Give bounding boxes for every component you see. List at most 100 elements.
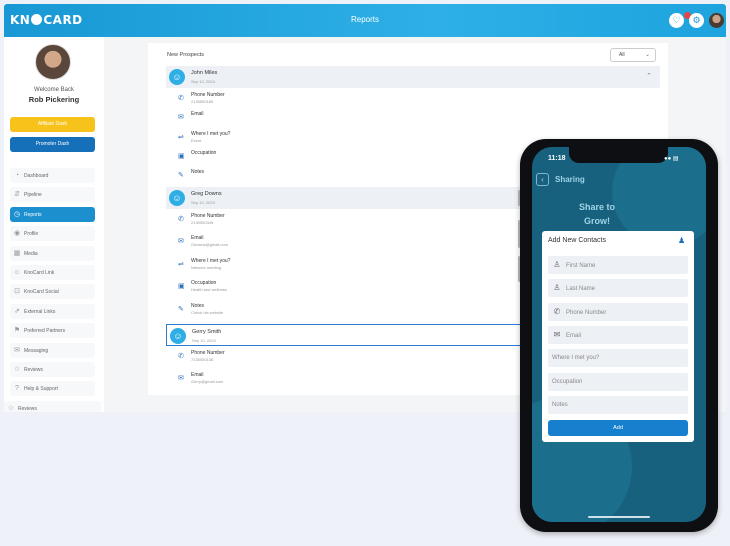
field-placeholder: Last Name <box>566 286 596 293</box>
sidebar-item-help-support[interactable]: ? Help & Support <box>10 381 95 397</box>
field-placeholder: Occupation <box>552 378 583 385</box>
sidebar-item-label: Help & Support <box>24 386 58 393</box>
field-label: Phone Number <box>191 349 225 356</box>
section-title: New Prospects <box>167 52 204 58</box>
sidebar-item-pipeline[interactable]: ⇵ Pipeline <box>10 187 95 203</box>
field-value: Gerry@gmail.com <box>191 379 224 385</box>
sidebar-item-external-links[interactable]: ⇗ External Links <box>10 303 95 319</box>
email-icon: ✉ <box>553 329 561 339</box>
filter-select[interactable]: All ⌄ <box>610 48 656 62</box>
social-icon: ⊡ <box>14 288 20 296</box>
field-label: Occupation <box>191 280 217 287</box>
profile-icon: ◉ <box>13 230 21 238</box>
reviews-icon: ☆ <box>13 366 21 373</box>
filter-value: All <box>619 52 625 58</box>
field-value: 2135550185 <box>191 99 214 104</box>
field-value: Event <box>191 137 202 143</box>
contact-icon: ♟ <box>678 236 686 245</box>
last-name-field[interactable]: ♙ Last Name <box>548 279 688 298</box>
sidebar: Welcome Back Rob Pickering Affiliate Das… <box>4 37 104 412</box>
field-value: Network meeting <box>191 264 222 270</box>
header-avatar[interactable] <box>709 13 724 28</box>
field-label: Phone Number <box>191 92 225 98</box>
sidebar-item-label: External Links <box>24 308 56 315</box>
phone-icon: ✆ <box>178 352 184 360</box>
profile-avatar[interactable] <box>35 44 71 80</box>
field-label: Phone Number <box>191 212 225 219</box>
modal-title: Add New Contacts <box>548 237 606 244</box>
welcome-text: Welcome Back <box>34 87 74 93</box>
prospect-name: Gerry Smith <box>192 328 222 335</box>
sidebar-item-label: Profile <box>24 231 39 238</box>
sidebar-item-reviews[interactable]: ☆ Reviews <box>10 362 95 377</box>
email-icon: ✉ <box>178 238 184 246</box>
pencil-icon: ✎ <box>178 172 184 180</box>
sidebar-item-knocard-social[interactable]: ⊡ KnoCard Social <box>10 284 95 300</box>
page-title: Reports <box>350 15 379 24</box>
add-button[interactable]: Add <box>548 420 688 436</box>
sidebar-item-label: Reports <box>24 211 42 218</box>
link-icon: ☺ <box>13 269 21 276</box>
field-placeholder: Email <box>566 332 582 339</box>
field-placeholder: Notes <box>552 401 568 408</box>
prospect-name: John Miles <box>191 70 218 76</box>
field-placeholder: First Name <box>566 263 596 269</box>
phone-status-icons: ●● ▤ <box>664 156 679 162</box>
sidebar-item-label: Messaging <box>24 347 49 354</box>
phone-number-field[interactable]: ✆ Phone Number <box>548 302 688 321</box>
sidebar-item-reports[interactable]: ◷ Reports <box>10 206 95 222</box>
gear-icon[interactable]: ⚙ <box>689 13 704 28</box>
sidebar-item-profile[interactable]: ◉ Profile <box>10 226 95 242</box>
hero-text: Share to Grow! <box>578 202 615 226</box>
messaging-icon: ✉ <box>14 346 20 354</box>
phone-icon: ✆ <box>553 306 561 316</box>
notes-field[interactable]: Notes <box>548 395 688 414</box>
sidebar-item-messaging[interactable]: ✉ Messaging <box>10 342 95 358</box>
field-label: Email <box>191 372 204 379</box>
field-label: Email <box>191 111 204 118</box>
field-label: Occupation <box>191 149 217 156</box>
bell-icon[interactable]: ♡ <box>669 13 684 28</box>
phone-icon: ✆ <box>178 215 184 223</box>
prospect-header[interactable]: ☺ John Miles Sep 10, 2024 ⌃ <box>166 66 660 88</box>
sidebar-item-label: KnoCard Link <box>24 270 55 276</box>
prospect-field: ✆ Phone Number 2135550349 <box>166 209 526 231</box>
affiliate-dash-button[interactable]: Affiliate Dash <box>10 117 95 132</box>
reviews-icon: ☆ <box>7 404 15 412</box>
sidebar-item-dashboard[interactable]: ◔ Dashboard <box>10 168 95 183</box>
pipeline-icon: ⇵ <box>14 191 20 199</box>
sidebar-item-reviews[interactable]: ☆ Reviews <box>4 400 101 412</box>
person-icon: ♙ <box>553 283 561 293</box>
help-icon: ? <box>15 385 19 393</box>
handshake-icon: ⇌ <box>178 133 184 141</box>
occupation-field[interactable]: Occupation <box>548 372 688 391</box>
field-value: 7135550136 <box>191 356 214 362</box>
sidebar-item-label: Dashboard <box>24 173 49 179</box>
chevron-down-icon: ⌄ <box>644 52 650 58</box>
prospect-field: ✎ Notes Check his website <box>166 299 526 321</box>
field-placeholder: Where I met you? <box>552 355 600 362</box>
sidebar-item-label: Media <box>24 250 38 257</box>
sidebar-item-knocard-link[interactable]: ☺ KnoCard Link <box>10 265 95 280</box>
field-value: Check his website <box>191 309 224 315</box>
partners-icon: ⚑ <box>13 327 21 335</box>
prospect-field: ✉ Email Gdowns@gmail.com <box>166 231 526 253</box>
field-label: Email <box>191 235 204 242</box>
pencil-icon: ✎ <box>178 305 184 313</box>
sidebar-item-media[interactable]: ▦ Media <box>10 245 95 261</box>
external-link-icon: ⇗ <box>14 307 20 315</box>
first-name-field[interactable]: ♙ First Name <box>548 256 688 274</box>
email-field[interactable]: ✉ Email <box>548 325 688 344</box>
promoter-dash-button[interactable]: Promoter Dash <box>10 137 95 152</box>
back-icon[interactable]: ‹ <box>536 173 549 186</box>
sidebar-item-label: Pipeline <box>24 192 42 199</box>
prospect-date: Sep 10, 2024 <box>192 337 216 343</box>
handshake-icon: ⇌ <box>178 260 184 268</box>
chevron-up-icon[interactable]: ⌃ <box>646 72 652 80</box>
sidebar-item-label: Reviews <box>24 367 43 373</box>
field-value: Health and wellness <box>191 287 227 293</box>
sidebar-item-preferred-partners[interactable]: ⚑ Preferred Partners <box>10 323 95 339</box>
phone-icon: ✆ <box>178 95 184 102</box>
where-i-met-you-field[interactable]: Where I met you? <box>548 349 688 368</box>
reports-icon: ◷ <box>13 210 21 218</box>
